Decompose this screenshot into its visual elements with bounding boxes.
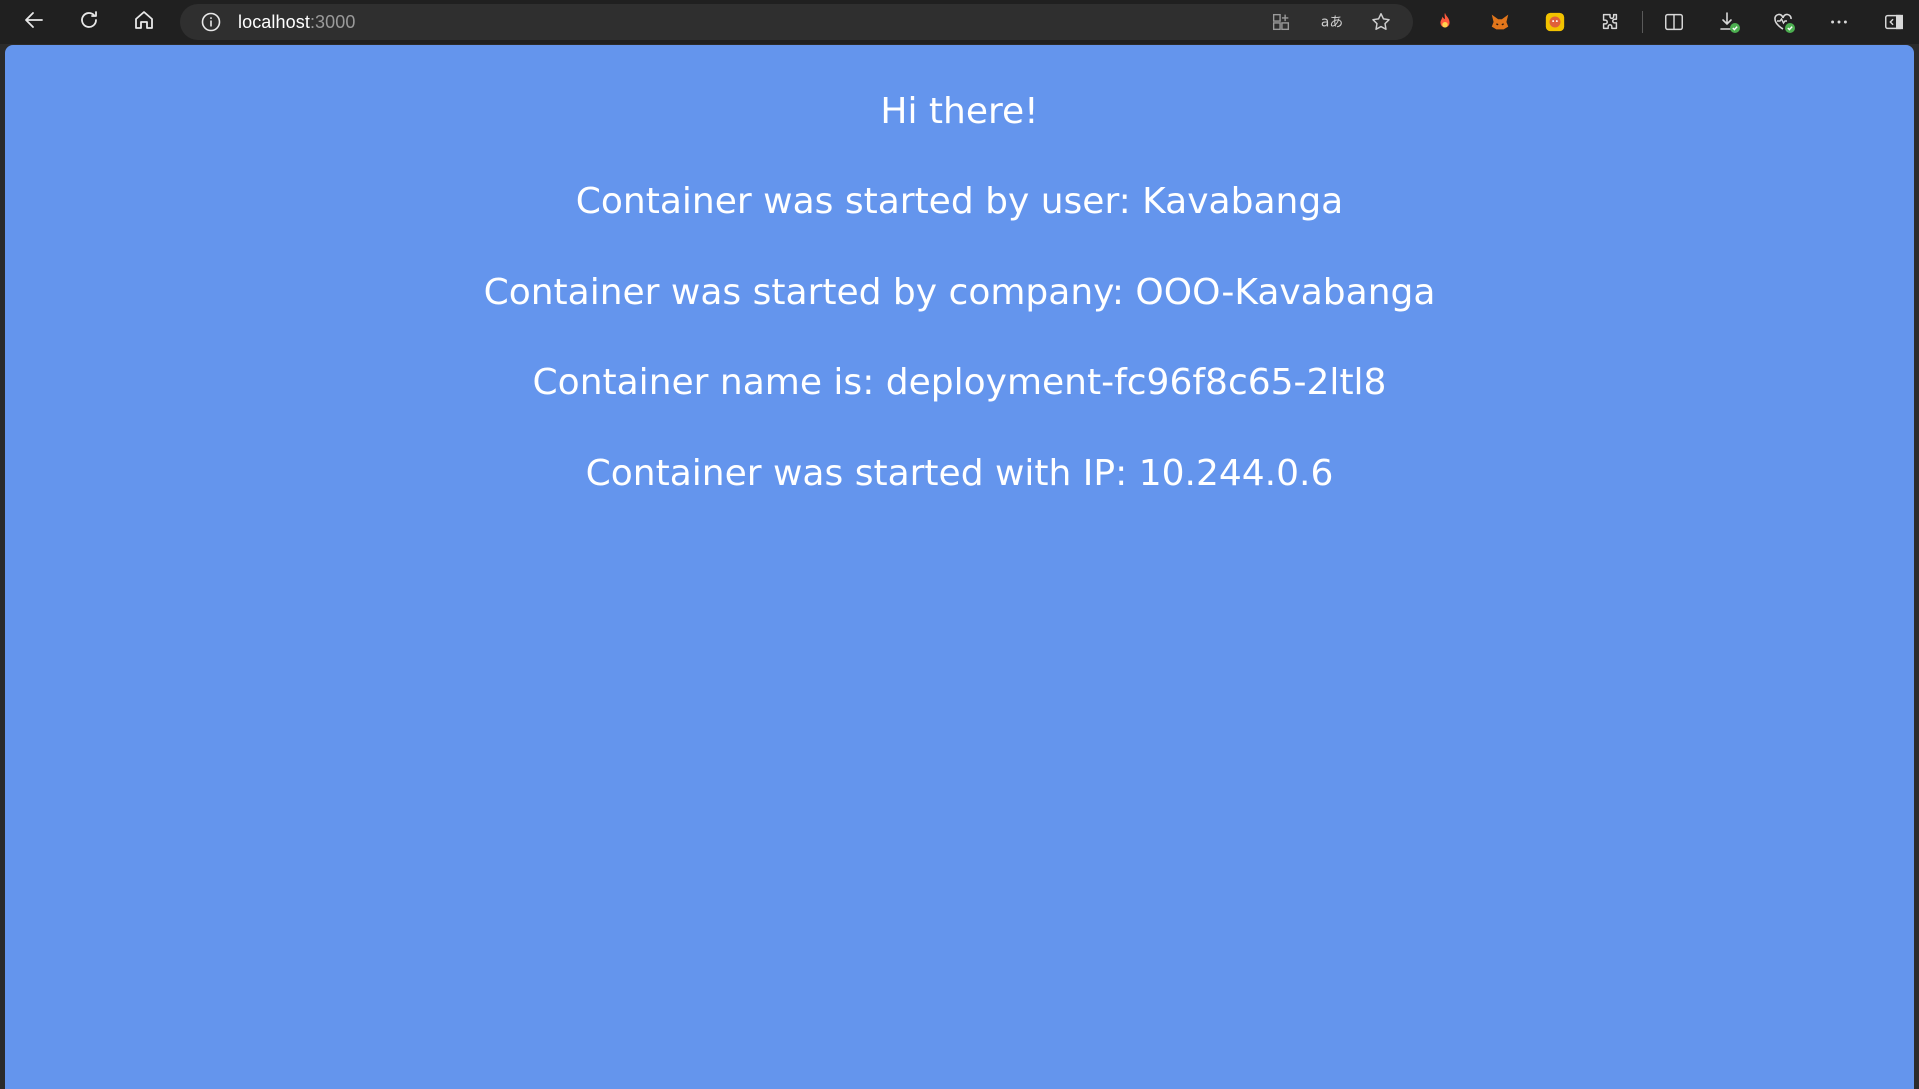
yellow-extension-icon[interactable] (1542, 9, 1568, 35)
home-button[interactable] (122, 4, 166, 40)
user-line: Container was started by user: Kavabanga (575, 181, 1344, 222)
toolbar-separator (1642, 11, 1643, 33)
container-name-line: Container name is: deployment-fc96f8c65-… (532, 362, 1387, 403)
browser-essentials-icon[interactable] (1771, 9, 1797, 35)
refresh-button[interactable] (67, 4, 111, 40)
split-screen-icon[interactable] (1661, 9, 1687, 35)
container-ip-line: Container was started with IP: 10.244.0.… (585, 453, 1334, 494)
url-port: :3000 (309, 11, 356, 32)
extensions-puzzle-icon[interactable] (1597, 9, 1623, 35)
extensions-area (1432, 4, 1907, 40)
read-aloud-icon[interactable]: aあ (1319, 10, 1343, 34)
back-icon (22, 8, 46, 37)
home-icon (132, 8, 156, 37)
sidebar-toggle-icon[interactable] (1881, 9, 1907, 35)
company-line: Container was started by company: OOO-Ka… (483, 272, 1436, 313)
url-host: localhost (238, 11, 310, 32)
more-menu-icon[interactable] (1826, 9, 1852, 35)
page-viewport: Hi there! Container was started by user:… (5, 45, 1914, 1089)
site-info-icon[interactable] (200, 11, 222, 33)
refresh-icon (77, 8, 101, 37)
downloads-icon[interactable] (1716, 9, 1742, 35)
fire-extension-icon[interactable] (1432, 9, 1458, 35)
favorite-star-icon[interactable] (1369, 10, 1393, 34)
address-bar[interactable]: localhost:3000 aあ (180, 4, 1413, 40)
browser-toolbar: localhost:3000 aあ (0, 0, 1919, 44)
back-button[interactable] (12, 4, 56, 40)
app-available-icon[interactable] (1269, 10, 1293, 34)
greeting-text: Hi there! (880, 91, 1039, 132)
metamask-fox-icon[interactable] (1487, 9, 1513, 35)
svg-text:aあ: aあ (1321, 15, 1343, 31)
url-text[interactable]: localhost:3000 (238, 12, 356, 33)
